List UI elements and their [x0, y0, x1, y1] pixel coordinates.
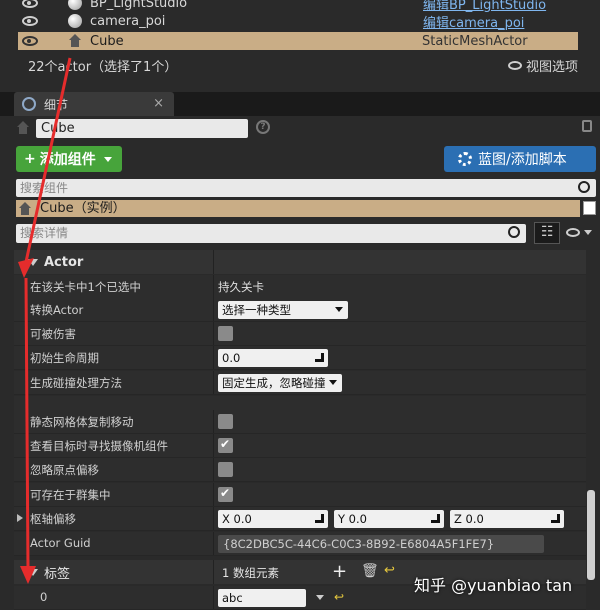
annotation-arrowhead [20, 566, 36, 584]
watermark: 知乎 @yuanbiao tan [414, 576, 573, 595]
annotation-line [24, 277, 30, 571]
annotation-line [24, 57, 72, 263]
annotation-arrows [18, 57, 72, 584]
annotation-arrowhead [18, 258, 34, 278]
